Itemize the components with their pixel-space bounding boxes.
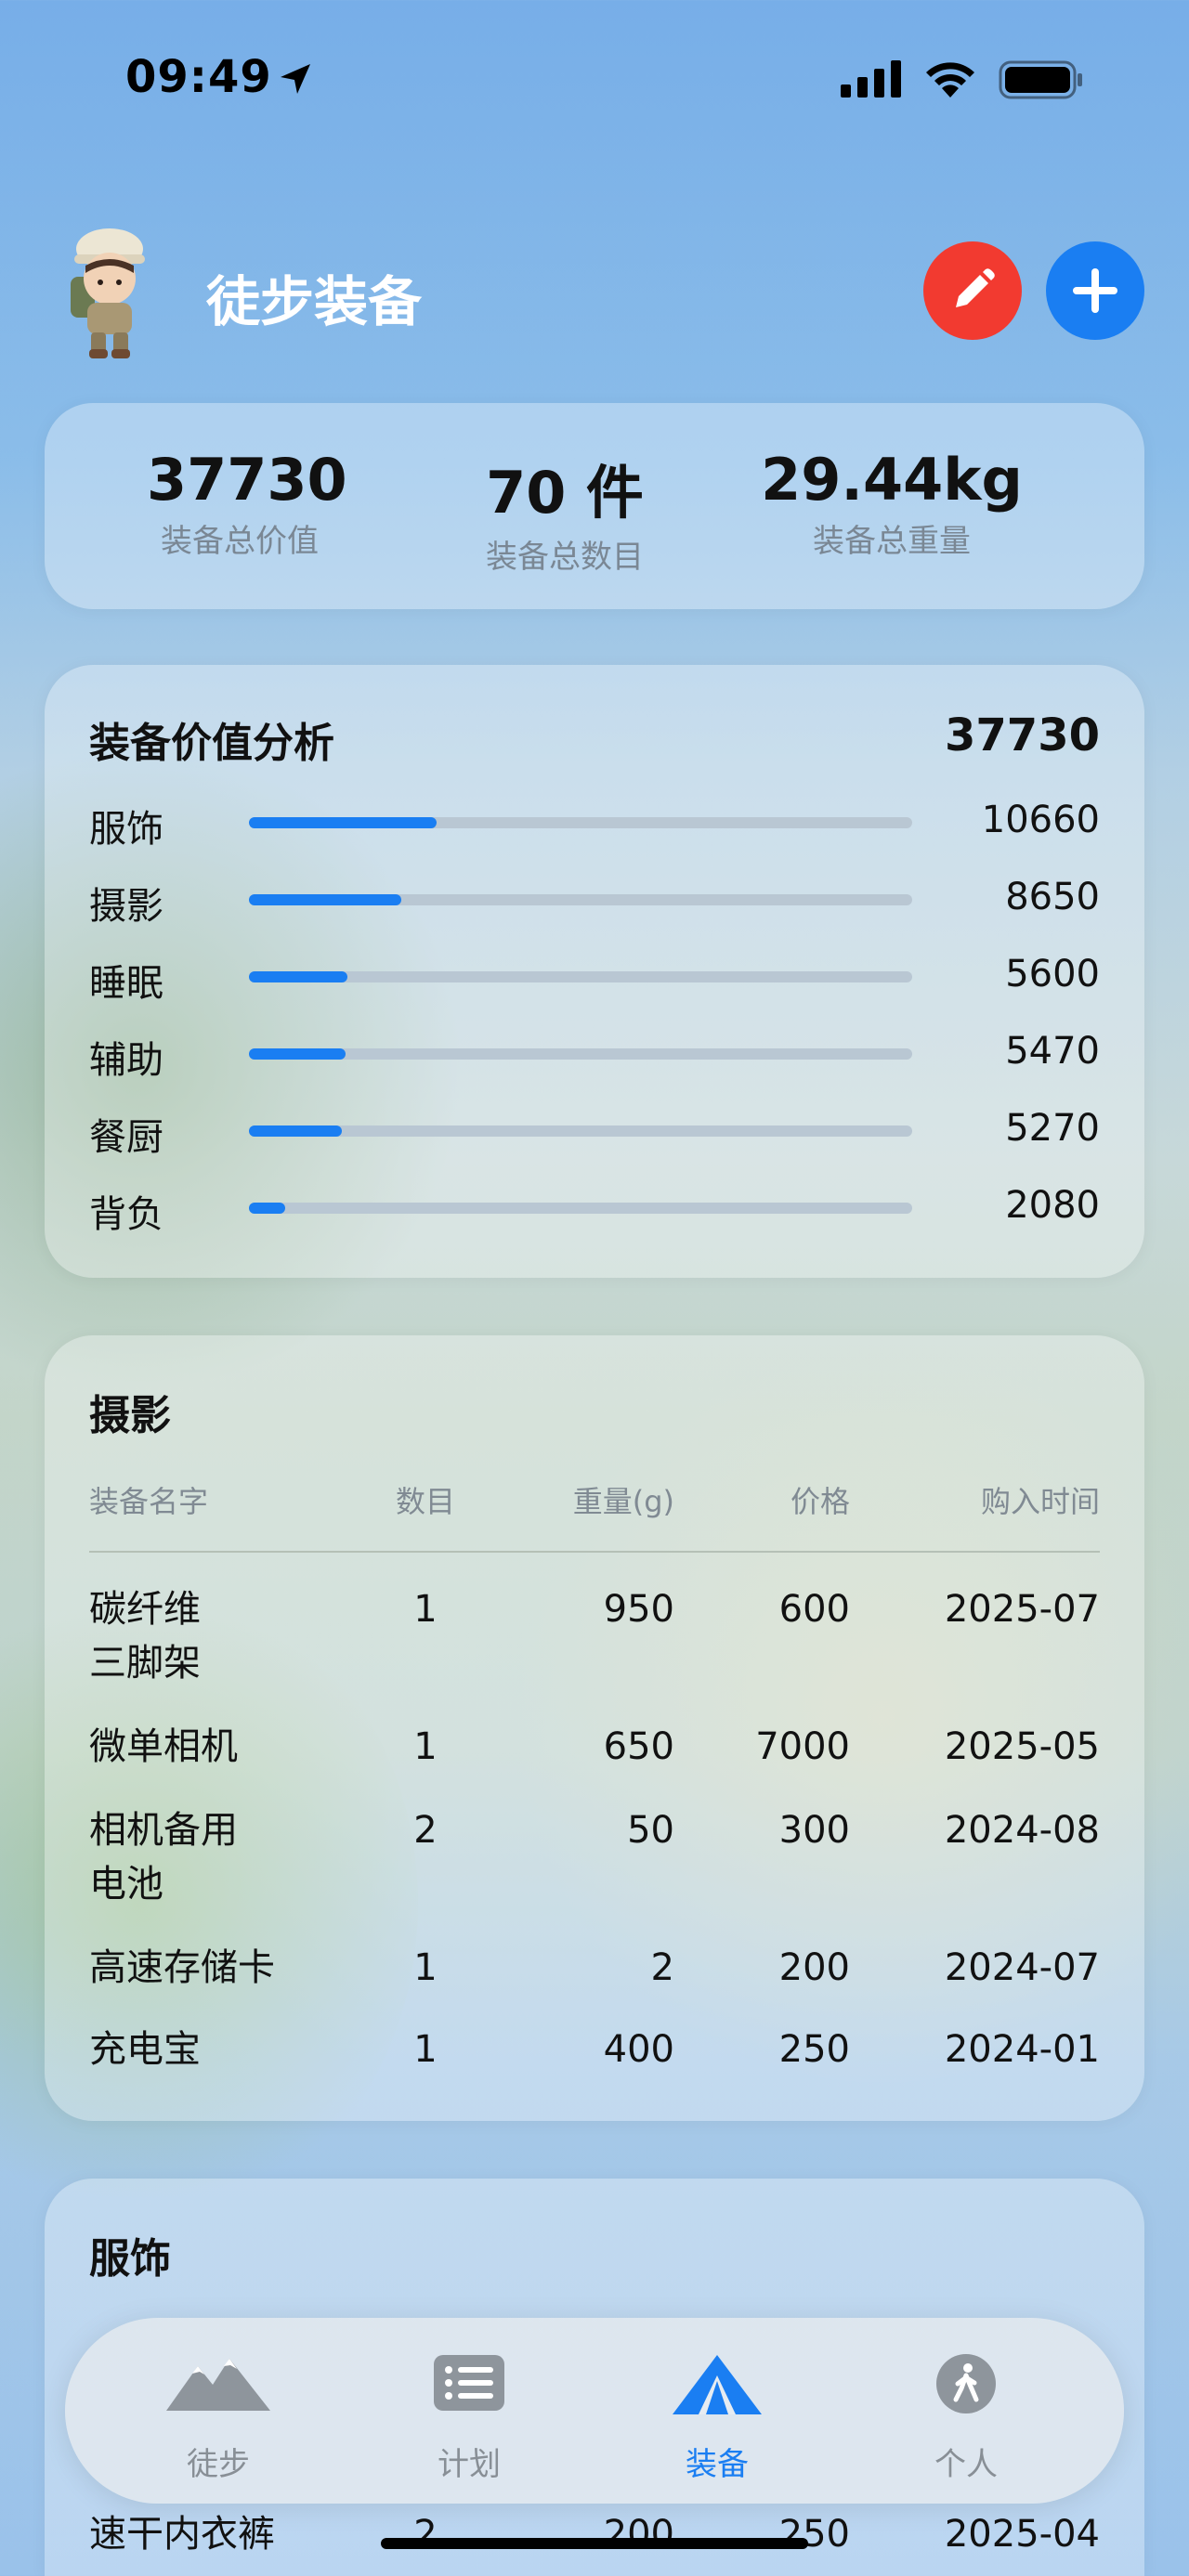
- col-header-name: 装备名字: [89, 1484, 209, 1519]
- page-title: 徒步装备: [206, 270, 423, 333]
- value-bar: [249, 1125, 342, 1137]
- value-bar: [249, 971, 347, 982]
- wifi-icon: [926, 62, 974, 98]
- summary-total-value: 37730 装备总价值: [147, 446, 347, 560]
- analysis-total: 37730: [945, 709, 1100, 761]
- divider: [89, 1551, 1100, 1553]
- add-button[interactable]: [1046, 241, 1144, 340]
- hiker-avatar-icon[interactable]: [65, 221, 154, 360]
- plus-icon: [1073, 268, 1117, 313]
- col-header-date: 购入时间: [980, 1484, 1100, 1519]
- value-bar: [249, 894, 401, 905]
- edit-button[interactable]: [923, 241, 1022, 340]
- summary-card: 37730 装备总价值 70 件 装备总数目 29.44kg 装备总重量: [45, 403, 1144, 609]
- col-header-price: 价格: [790, 1484, 850, 1519]
- list-icon: [434, 2355, 504, 2411]
- tent-icon: [673, 2355, 762, 2414]
- battery-icon: [999, 60, 1082, 99]
- status-bar: 09:49: [0, 51, 1189, 107]
- analysis-row: 摄影 8650: [89, 876, 1100, 928]
- person-walking-icon: [936, 2354, 996, 2413]
- mountain-icon: [166, 2359, 270, 2411]
- tab-profile[interactable]: 个人: [864, 2318, 1068, 2504]
- pencil-icon: [956, 268, 995, 307]
- cellular-signal-icon: [841, 60, 901, 98]
- tab-gear[interactable]: 装备: [615, 2318, 819, 2504]
- value-bar: [249, 1203, 286, 1214]
- tab-hiking[interactable]: 徒步: [116, 2318, 320, 2504]
- col-header-weight: 重量(g): [572, 1484, 674, 1519]
- analysis-row: 服饰 10660: [89, 799, 1100, 851]
- status-time: 09:49: [125, 51, 272, 103]
- analysis-row: 辅助 5470: [89, 1030, 1100, 1082]
- analysis-title: 装备价值分析: [89, 720, 334, 767]
- tab-bar: 徒步 计划 装备 个人: [65, 2318, 1124, 2504]
- photography-card: 摄影 装备名字 数目 重量(g) 价格 购入时间 碳纤维 三脚架 1 950 6…: [45, 1335, 1144, 2121]
- analysis-row: 睡眠 5600: [89, 953, 1100, 1005]
- summary-total-count: 70 件 装备总数目: [486, 459, 644, 576]
- location-arrow-icon: [281, 64, 310, 94]
- col-header-count: 数目: [395, 1484, 455, 1519]
- tab-plan[interactable]: 计划: [367, 2318, 571, 2504]
- analysis-row: 背负 2080: [89, 1184, 1100, 1236]
- section-title: 服饰: [89, 2235, 171, 2283]
- home-indicator[interactable]: [381, 2538, 808, 2549]
- analysis-row: 餐厨 5270: [89, 1107, 1100, 1159]
- value-bar: [249, 1048, 346, 1060]
- summary-total-weight: 29.44kg 装备总重量: [761, 446, 1023, 560]
- section-title: 摄影: [89, 1392, 171, 1439]
- value-bar: [249, 817, 437, 828]
- value-analysis-card: 装备价值分析 37730 服饰 10660 摄影 8650 睡眠 5600 辅助…: [45, 665, 1144, 1278]
